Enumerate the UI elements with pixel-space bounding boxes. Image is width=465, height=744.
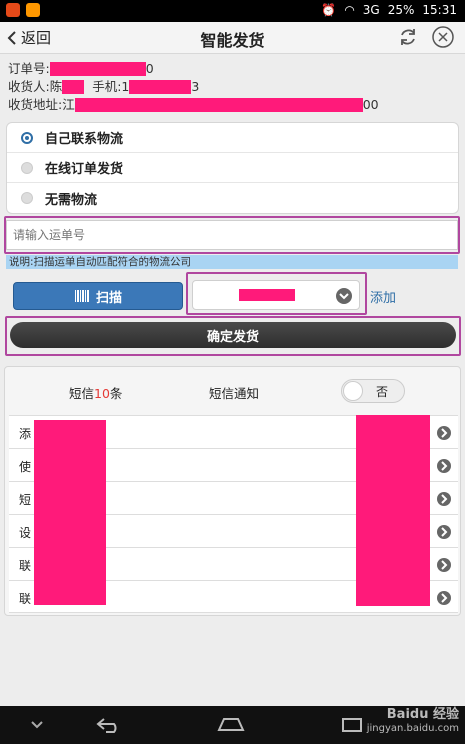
refresh-button[interactable] — [397, 26, 419, 52]
home-icon[interactable] — [216, 716, 246, 734]
signal-icon: 3G — [362, 3, 380, 17]
sms-count: 短信10条 — [69, 386, 123, 401]
redaction-mask — [49, 62, 146, 76]
redaction-mask — [356, 415, 430, 606]
sms-notify-label: 短信通知 — [209, 386, 260, 401]
option-no-logistics[interactable]: 无需物流 — [7, 183, 458, 213]
chevron-right-icon — [437, 591, 451, 605]
add-carrier-link[interactable]: 添加 — [370, 287, 396, 306]
scan-label: 扫描 — [95, 290, 122, 306]
radio-selected-icon — [21, 131, 33, 144]
navigation-bar: Baidu 经验 jingyan.baidu.com — [0, 706, 465, 744]
recent-apps-icon[interactable] — [340, 716, 364, 734]
chevron-right-icon — [437, 525, 451, 539]
scan-button[interactable]: 扫描 — [13, 282, 183, 310]
chevron-right-icon — [437, 426, 451, 440]
close-button[interactable] — [431, 25, 455, 53]
close-icon — [432, 26, 454, 48]
back-button[interactable]: 返回 — [6, 27, 51, 48]
barcode-icon — [74, 290, 89, 302]
shipping-options: 自己联系物流 在线订单发货 无需物流 — [6, 122, 459, 214]
back-label: 返回 — [21, 29, 52, 47]
back-nav-icon[interactable] — [94, 716, 124, 734]
radio-icon — [21, 192, 33, 204]
redaction-mask — [129, 80, 192, 94]
chevron-right-icon — [437, 492, 451, 506]
refresh-icon — [401, 29, 415, 45]
toggle-knob — [343, 381, 363, 401]
highlight-box — [5, 316, 461, 356]
sms-notify-toggle[interactable]: 否 — [341, 379, 405, 403]
highlight-box — [4, 216, 460, 254]
receiver-info: 收货人:陈 手机:1 3 — [8, 79, 200, 94]
clock: 15:31 — [422, 3, 457, 17]
chevron-right-icon — [437, 558, 451, 572]
redaction-mask — [34, 420, 106, 605]
watermark: Baidu 经验 jingyan.baidu.com — [366, 707, 459, 735]
option-self-logistics[interactable]: 自己联系物流 — [7, 123, 458, 153]
radio-icon — [21, 161, 33, 174]
app-notification-icon — [6, 3, 20, 17]
wifi-icon: ◠ — [344, 3, 355, 17]
highlight-box — [186, 272, 367, 315]
order-number: 订单号: 0 — [8, 61, 154, 76]
hide-keyboard-icon[interactable] — [30, 720, 44, 730]
battery-level: 25% — [387, 3, 415, 17]
app-header: 智能发货 返回 — [0, 22, 465, 54]
page-title: 智能发货 — [200, 31, 265, 50]
chevron-left-icon — [7, 30, 16, 45]
app-notification-icon — [26, 3, 40, 17]
receiver-address: 收货地址:江 00 — [8, 97, 379, 112]
option-online-order[interactable]: 在线订单发货 — [7, 153, 458, 183]
alarm-icon: ⏰ — [321, 3, 337, 17]
order-info: 订单号: 0 收货人:陈 手机:1 3 收货地址:江 00 — [8, 60, 379, 114]
redaction-mask — [74, 98, 363, 112]
status-bar: ⏰ ◠ 3G 25% 15:31 — [0, 0, 465, 22]
chevron-right-icon — [437, 459, 451, 473]
redaction-mask — [62, 80, 85, 94]
hint-text: 说明:扫描运单自动匹配符合的物流公司 — [6, 255, 458, 269]
